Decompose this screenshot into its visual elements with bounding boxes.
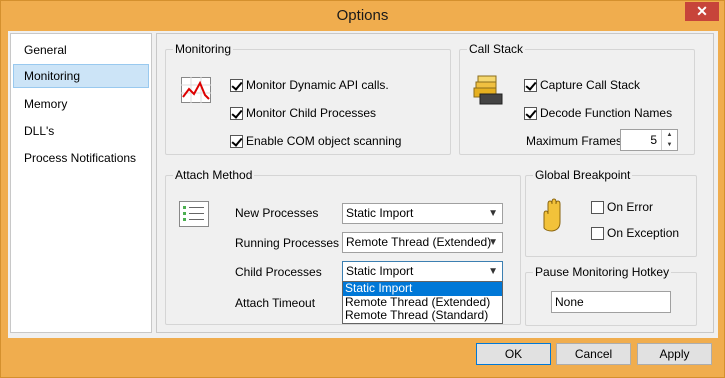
max-frames-label: Maximum Frames: xyxy=(526,134,626,148)
pause-hotkey-input[interactable]: None xyxy=(551,291,671,313)
capture-call-stack-checkbox[interactable]: Capture Call Stack xyxy=(524,77,640,93)
ok-button[interactable]: OK xyxy=(476,343,551,365)
global-breakpoint-group: Global Breakpoint On Error On Exception xyxy=(525,168,697,257)
nav-item-dlls[interactable]: DLL's xyxy=(13,119,149,143)
pause-hotkey-group: Pause Monitoring Hotkey None xyxy=(525,265,697,326)
settings-panel: Monitoring Monitor Dynamic API calls. Mo… xyxy=(156,33,714,333)
enable-com-scanning-checkbox[interactable]: Enable COM object scanning xyxy=(230,133,401,149)
child-processes-label: Child Processes xyxy=(235,265,322,279)
options-window: Options ✕ General Monitoring Memory DLL'… xyxy=(0,0,725,378)
list-icon xyxy=(179,201,209,227)
decode-function-names-checkbox[interactable]: Decode Function Names xyxy=(524,105,672,121)
max-frames-spinner[interactable]: 5 ▲ ▼ xyxy=(620,129,678,151)
window-title: Options xyxy=(336,7,389,24)
new-processes-label: New Processes xyxy=(235,206,319,220)
on-exception-checkbox[interactable]: On Exception xyxy=(591,225,679,241)
selected-value: Static Import xyxy=(346,206,414,220)
max-frames-value[interactable]: 5 xyxy=(650,133,657,147)
new-processes-select[interactable]: Static Import ▼ xyxy=(342,203,503,224)
checkbox-box[interactable] xyxy=(591,200,604,214)
spin-up-icon[interactable]: ▲ xyxy=(662,130,677,140)
dialog-client: General Monitoring Memory DLL's Process … xyxy=(8,31,718,338)
checkbox-label: Enable COM object scanning xyxy=(246,134,402,148)
title-bar[interactable]: Options ✕ xyxy=(1,1,724,31)
checkbox-label: Monitor Child Processes xyxy=(246,106,377,120)
dropdown-option[interactable]: Remote Thread (Extended) xyxy=(343,295,502,310)
checkbox-label: On Exception xyxy=(607,226,680,240)
chevron-down-icon[interactable]: ▼ xyxy=(488,262,498,281)
cancel-button[interactable]: Cancel xyxy=(556,343,631,365)
on-error-checkbox[interactable]: On Error xyxy=(591,199,653,215)
hand-icon xyxy=(543,198,561,232)
checkbox-box[interactable] xyxy=(591,226,604,240)
attach-method-group-label: Attach Method xyxy=(173,168,255,182)
spin-down-icon[interactable]: ▼ xyxy=(662,140,677,150)
nav-item-process-notifications[interactable]: Process Notifications xyxy=(13,146,149,170)
global-breakpoint-group-label: Global Breakpoint xyxy=(533,168,633,182)
selected-value: Remote Thread (Extended) xyxy=(346,235,492,249)
running-processes-select[interactable]: Remote Thread (Extended) ▼ xyxy=(342,232,503,253)
call-stack-group-label: Call Stack xyxy=(467,42,526,56)
child-processes-select[interactable]: Static Import ▼ xyxy=(342,261,503,282)
nav-item-general[interactable]: General xyxy=(13,38,149,62)
pause-hotkey-group-label: Pause Monitoring Hotkey xyxy=(533,265,672,279)
line-chart-icon xyxy=(181,77,211,103)
monitoring-group: Monitoring Monitor Dynamic API calls. Mo… xyxy=(165,42,451,155)
monitor-child-processes-checkbox[interactable]: Monitor Child Processes xyxy=(230,105,376,121)
spinner-buttons[interactable]: ▲ ▼ xyxy=(661,130,677,150)
category-list: General Monitoring Memory DLL's Process … xyxy=(10,33,152,333)
checkbox-box[interactable] xyxy=(230,106,243,120)
call-stack-group: Call Stack Capture Call Stack Decode Fun… xyxy=(459,42,695,155)
checkbox-box[interactable] xyxy=(524,106,537,120)
dropdown-option[interactable]: Remote Thread (Standard) xyxy=(343,308,502,323)
nav-item-memory[interactable]: Memory xyxy=(13,92,149,116)
attach-timeout-label: Attach Timeout xyxy=(235,296,316,310)
checkbox-box[interactable] xyxy=(230,134,243,148)
checkbox-box[interactable] xyxy=(230,78,243,92)
checkbox-box[interactable] xyxy=(524,78,537,92)
chevron-down-icon[interactable]: ▼ xyxy=(488,204,498,223)
running-processes-label: Running Processes xyxy=(235,236,340,250)
child-processes-dropdown[interactable]: Static Import Remote Thread (Extended) R… xyxy=(342,281,503,324)
stack-icon xyxy=(473,75,503,105)
nav-item-monitoring[interactable]: Monitoring xyxy=(13,64,149,88)
attach-method-group: Attach Method New Processes Static Impor… xyxy=(165,168,521,325)
dropdown-option[interactable]: Static Import xyxy=(343,281,502,296)
apply-button[interactable]: Apply xyxy=(637,343,712,365)
checkbox-label: On Error xyxy=(607,200,654,214)
checkbox-label: Capture Call Stack xyxy=(540,78,641,92)
checkbox-label: Decode Function Names xyxy=(540,106,673,120)
monitor-dynamic-api-checkbox[interactable]: Monitor Dynamic API calls. xyxy=(230,77,389,93)
monitoring-group-label: Monitoring xyxy=(173,42,234,56)
close-button[interactable]: ✕ xyxy=(685,2,719,21)
checkbox-label: Monitor Dynamic API calls. xyxy=(246,78,389,92)
selected-value: Static Import xyxy=(346,264,414,278)
chevron-down-icon[interactable]: ▼ xyxy=(488,233,498,252)
